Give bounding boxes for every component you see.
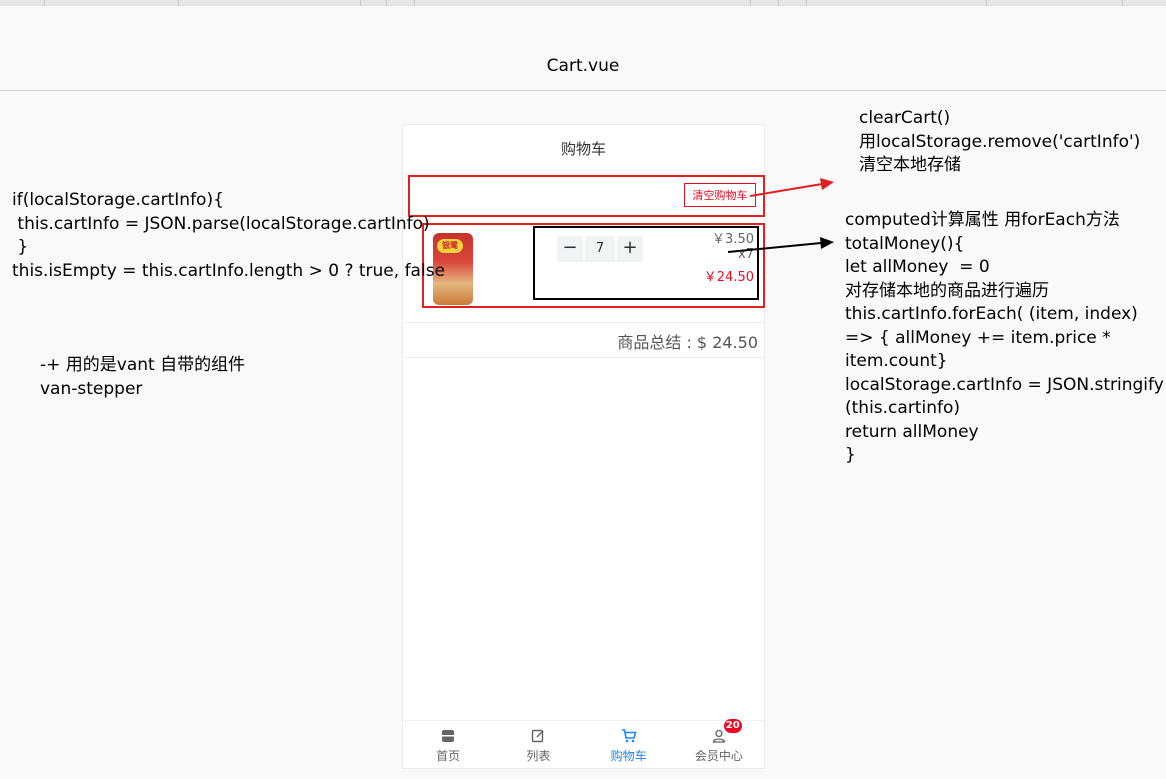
tab-home-label: 首页 — [436, 749, 461, 763]
tab-cart-label: 购物车 — [610, 749, 647, 763]
phone-preview: 购物车 清空购物车 银鹭 − 7 + ￥3.50 x7 ￥24.50 商品总结 … — [402, 124, 765, 769]
tab-cart[interactable]: 购物车 — [584, 721, 674, 769]
tab-bar: 首页 列表 购物车 20 会员中心 — [403, 719, 764, 769]
list-icon — [532, 729, 544, 743]
cart-icon — [621, 729, 637, 743]
computed-note: computed计算属性 用forEach方法 totalMoney(){ le… — [845, 210, 1164, 465]
title-bar — [0, 6, 1166, 91]
tab-member-label: 会员中心 — [694, 749, 743, 763]
price-area-highlight — [533, 226, 759, 300]
clear-cart-note: clearCart() 用localStorage.remove('cartIn… — [859, 108, 1141, 175]
user-icon — [712, 729, 726, 743]
total-amount: 商品总结 : $ 24.50 — [617, 333, 758, 352]
tab-list[interactable]: 列表 — [493, 721, 583, 769]
notification-badge: 20 — [723, 719, 742, 733]
nav-title: 购物车 — [403, 125, 764, 174]
tab-member[interactable]: 20 会员中心 — [674, 719, 764, 769]
total-row: 商品总结 : $ 24.50 — [403, 322, 764, 358]
clear-cart-highlight — [408, 175, 765, 217]
left-code-note: if(localStorage.cartInfo){ this.cartInfo… — [12, 190, 446, 281]
tab-home[interactable]: 首页 — [403, 721, 493, 769]
tab-list-label: 列表 — [526, 749, 551, 763]
page-title: Cart.vue — [546, 56, 620, 76]
stepper-note: -+ 用的是vant 自带的组件 van-stepper — [40, 355, 246, 399]
home-icon — [442, 730, 455, 742]
